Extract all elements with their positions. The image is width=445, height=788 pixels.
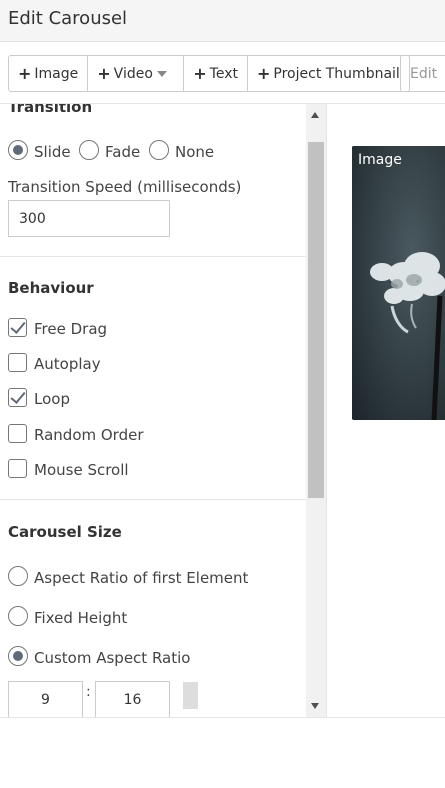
random-order-label: Random Order xyxy=(34,426,144,444)
edit-button[interactable]: Edit xyxy=(400,55,445,92)
divider xyxy=(0,256,306,257)
plus-icon: + xyxy=(97,63,111,83)
transition-none-label: None xyxy=(175,143,215,161)
custom-aspect-ratio-radio[interactable] xyxy=(8,646,28,666)
edit-button-label: Edit xyxy=(410,65,438,82)
mouse-scroll-checkbox[interactable] xyxy=(8,459,27,478)
transition-slide-radio[interactable] xyxy=(8,140,28,160)
transition-speed-value: 300 xyxy=(19,210,46,227)
add-project-thumbnail-button[interactable]: + Project Thumbnail xyxy=(248,56,409,91)
add-video-label: Video xyxy=(113,65,153,82)
ratio-apply-button[interactable] xyxy=(183,682,198,709)
ratio-width-input[interactable]: 9 xyxy=(8,681,83,717)
panel-scrollbar[interactable] xyxy=(306,104,326,717)
add-video-button[interactable]: + Video xyxy=(88,56,185,91)
bottom-divider xyxy=(0,717,445,718)
transition-none-radio[interactable] xyxy=(149,140,169,160)
free-drag-checkbox[interactable] xyxy=(8,318,27,337)
autoplay-label: Autoplay xyxy=(34,355,101,373)
ratio-separator: : xyxy=(86,684,91,700)
scroll-up-arrow-icon[interactable] xyxy=(311,112,319,118)
ratio-width-value: 9 xyxy=(41,692,50,708)
plus-icon: + xyxy=(193,63,207,83)
add-text-label: Text xyxy=(209,65,238,82)
add-element-button-group: + Image + Video + Text + Project Thumbna… xyxy=(8,55,410,92)
loop-checkbox[interactable] xyxy=(8,388,27,407)
scrollbar-thumb[interactable] xyxy=(308,142,324,498)
vertical-divider xyxy=(326,104,327,717)
add-image-button[interactable]: + Image xyxy=(9,56,89,91)
fixed-height-radio[interactable] xyxy=(8,606,28,626)
behaviour-section-title: Behaviour xyxy=(8,279,94,297)
plus-icon: + xyxy=(18,63,32,83)
page-title: Edit Carousel xyxy=(8,8,128,29)
header: Edit Carousel xyxy=(0,0,445,42)
carousel-size-section-title: Carousel Size xyxy=(8,523,122,541)
autoplay-checkbox[interactable] xyxy=(8,353,27,372)
transition-speed-label: Transition Speed (milliseconds) xyxy=(8,178,242,196)
divider xyxy=(0,499,306,500)
scroll-down-arrow-icon[interactable] xyxy=(311,703,319,709)
ratio-height-value: 16 xyxy=(123,692,142,708)
transition-fade-label: Fade xyxy=(105,143,141,161)
aspect-ratio-first-element-label: Aspect Ratio of first Element xyxy=(34,569,249,587)
caret-down-icon xyxy=(156,70,167,77)
add-text-button[interactable]: + Text xyxy=(184,56,248,91)
ratio-height-input[interactable]: 16 xyxy=(95,681,170,717)
transition-section-title: Transition xyxy=(8,104,93,116)
random-order-checkbox[interactable] xyxy=(8,424,27,443)
preview-image-label: Image xyxy=(358,152,402,168)
flower-image xyxy=(352,146,445,420)
mouse-scroll-label: Mouse Scroll xyxy=(34,461,129,479)
add-project-thumbnail-label: Project Thumbnail xyxy=(273,65,400,82)
custom-aspect-ratio-label: Custom Aspect Ratio xyxy=(34,649,191,667)
aspect-ratio-first-element-radio[interactable] xyxy=(8,566,28,586)
transition-fade-radio[interactable] xyxy=(79,140,99,160)
transition-slide-label: Slide xyxy=(34,143,71,161)
free-drag-label: Free Drag xyxy=(34,320,108,338)
settings-panel: Transition Slide Fade None Transition Sp… xyxy=(0,104,306,717)
carousel-preview-image[interactable]: Image xyxy=(352,146,445,420)
plus-icon: + xyxy=(257,63,271,83)
toolbar: + Image + Video + Text + Project Thumbna… xyxy=(0,42,445,104)
transition-speed-input[interactable]: 300 xyxy=(8,200,170,237)
loop-label: Loop xyxy=(34,390,70,408)
fixed-height-label: Fixed Height xyxy=(34,609,128,627)
add-image-label: Image xyxy=(34,65,79,82)
